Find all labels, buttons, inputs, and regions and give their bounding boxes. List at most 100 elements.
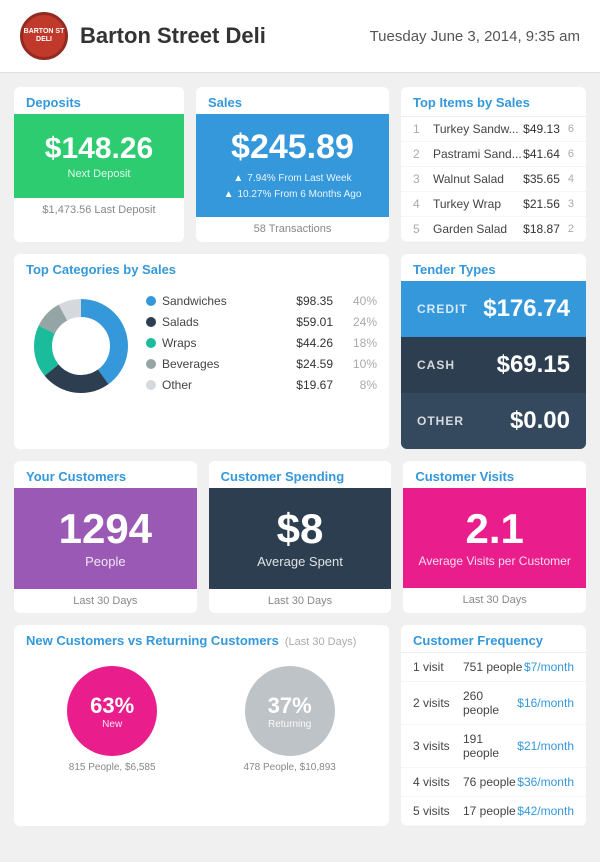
new-returning-header: New Customers vs Returning Customers (La… — [14, 625, 389, 652]
legend-dot — [146, 338, 156, 348]
spending-box: $8 Average Spent — [209, 488, 392, 589]
customers-sub: People — [26, 554, 185, 569]
deposits-box: $148.26 Next Deposit — [14, 114, 184, 198]
freq-amount: $36/month — [517, 775, 574, 789]
row-4: New Customers vs Returning Customers (La… — [14, 625, 586, 826]
frequency-card: Customer Frequency 1 visit 751 people $7… — [401, 625, 586, 826]
deposits-card: Deposits $148.26 Next Deposit $1,473.56 … — [14, 87, 184, 242]
freq-people: 17 people — [463, 804, 517, 818]
tender-card: Tender Types CREDIT $176.74CASH $69.15OT… — [401, 254, 586, 449]
legend-name: Sandwiches — [162, 294, 290, 308]
tender-label: OTHER — [417, 414, 464, 428]
returning-label: Returning — [268, 719, 311, 730]
returning-pct: 37% — [268, 693, 312, 719]
legend-name: Wraps — [162, 336, 290, 350]
tender-row-other: OTHER $0.00 — [401, 393, 586, 449]
circles-row: 63% New 815 People, $6,585 37% Returning… — [14, 652, 389, 781]
donut-chart — [26, 291, 136, 401]
legend-amount: $24.59 — [296, 357, 333, 371]
legend-name: Salads — [162, 315, 290, 329]
top-item-row: 4 Turkey Wrap $21.56 3 — [401, 192, 586, 217]
legend-name: Other — [162, 378, 290, 392]
freq-visits: 2 visits — [413, 696, 463, 710]
row-3: Your Customers 1294 People Last 30 Days … — [14, 461, 586, 613]
visits-card: Customer Visits 2.1 Average Visits per C… — [403, 461, 586, 613]
spending-title: Customer Spending — [209, 461, 392, 488]
customers-number: 1294 — [26, 508, 185, 550]
top-item-row: 2 Pastrami Sand... $41.64 6 — [401, 142, 586, 167]
new-label: New — [102, 719, 122, 730]
legend-amount: $59.01 — [296, 315, 333, 329]
deposits-label: Next Deposit — [26, 168, 172, 180]
sales-stat1: 7.94% From Last Week — [247, 171, 351, 187]
frequency-rows: 1 visit 751 people $7/month2 visits 260 … — [401, 653, 586, 826]
sales-footer: 58 Transactions — [196, 217, 389, 241]
tender-row-credit: CREDIT $176.74 — [401, 281, 586, 337]
new-pct: 63% — [90, 693, 134, 719]
deposits-footer: $1,473.56 Last Deposit — [14, 198, 184, 222]
item-num: 1 — [413, 122, 427, 136]
visits-sub: Average Visits per Customer — [415, 554, 574, 568]
freq-amount: $42/month — [517, 804, 574, 818]
logo: BARTON ST DELI — [20, 12, 68, 60]
new-circle-item: 63% New 815 People, $6,585 — [67, 666, 157, 773]
sales-card: Sales $245.89 ▲ 7.94% From Last Week ▲ 1… — [196, 87, 389, 242]
sales-title: Sales — [196, 87, 389, 114]
item-num: 4 — [413, 197, 427, 211]
legend-pct: 18% — [347, 336, 377, 350]
spending-footer: Last 30 Days — [209, 589, 392, 613]
freq-visits: 3 visits — [413, 739, 463, 753]
item-price: $18.87 — [523, 222, 560, 236]
sales-amount: $245.89 — [212, 128, 373, 167]
freq-people: 260 people — [463, 689, 517, 717]
categories-inner: Sandwiches $98.35 40% Salads $59.01 24% … — [14, 281, 389, 411]
visits-title: Customer Visits — [403, 461, 586, 488]
freq-amount: $21/month — [517, 739, 574, 753]
deli-name: Barton Street Deli — [80, 23, 266, 49]
legend-name: Beverages — [162, 357, 290, 371]
customers-title: Your Customers — [14, 461, 197, 488]
header: BARTON ST DELI Barton Street Deli Tuesda… — [0, 0, 600, 73]
legend-row: Sandwiches $98.35 40% — [146, 294, 377, 308]
freq-row: 3 visits 191 people $21/month — [401, 725, 586, 768]
freq-visits: 4 visits — [413, 775, 463, 789]
item-name: Turkey Sandw... — [433, 122, 523, 136]
tender-amount: $0.00 — [510, 407, 570, 435]
item-price: $41.64 — [523, 147, 560, 161]
item-price: $35.65 — [523, 172, 560, 186]
tender-amount: $69.15 — [497, 351, 570, 379]
customers-box: 1294 People — [14, 488, 197, 589]
freq-amount: $7/month — [524, 660, 574, 674]
new-returning-subtitle: (Last 30 Days) — [285, 636, 357, 648]
item-name: Pastrami Sand... — [433, 147, 523, 161]
arrow-up-2: ▲ — [224, 187, 234, 203]
item-num: 2 — [413, 147, 427, 161]
tender-label: CREDIT — [417, 302, 468, 316]
legend-row: Salads $59.01 24% — [146, 315, 377, 329]
date-time: Tuesday June 3, 2014, 9:35 am — [370, 28, 580, 45]
top-items-list: 1 Turkey Sandw... $49.13 62 Pastrami San… — [401, 117, 586, 242]
main-content: Deposits $148.26 Next Deposit $1,473.56 … — [0, 73, 600, 840]
legend-dot — [146, 380, 156, 390]
sales-stat2: 10.27% From 6 Months Ago — [237, 187, 361, 203]
legend-amount: $44.26 — [296, 336, 333, 350]
new-returning-title: New Customers vs Returning Customers — [26, 633, 279, 648]
item-count: 2 — [568, 223, 574, 235]
top-items-title: Top Items by Sales — [401, 87, 586, 117]
visits-box: 2.1 Average Visits per Customer — [403, 488, 586, 588]
spending-number: $8 — [221, 508, 380, 550]
new-returning-card: New Customers vs Returning Customers (La… — [14, 625, 389, 826]
spending-sub: Average Spent — [221, 554, 380, 569]
item-price: $21.56 — [523, 197, 560, 211]
tender-rows: CREDIT $176.74CASH $69.15OTHER $0.00 — [401, 281, 586, 449]
row-1: Deposits $148.26 Next Deposit $1,473.56 … — [14, 87, 586, 242]
legend-row: Other $19.67 8% — [146, 378, 377, 392]
freq-row: 2 visits 260 people $16/month — [401, 682, 586, 725]
categories-legend: Sandwiches $98.35 40% Salads $59.01 24% … — [146, 294, 377, 399]
header-left: BARTON ST DELI Barton Street Deli — [20, 12, 266, 60]
freq-people: 76 people — [463, 775, 517, 789]
returning-circle-item: 37% Returning 478 People, $10,893 — [244, 666, 336, 773]
customers-footer: Last 30 Days — [14, 589, 197, 613]
freq-row: 5 visits 17 people $42/month — [401, 797, 586, 826]
freq-visits: 5 visits — [413, 804, 463, 818]
